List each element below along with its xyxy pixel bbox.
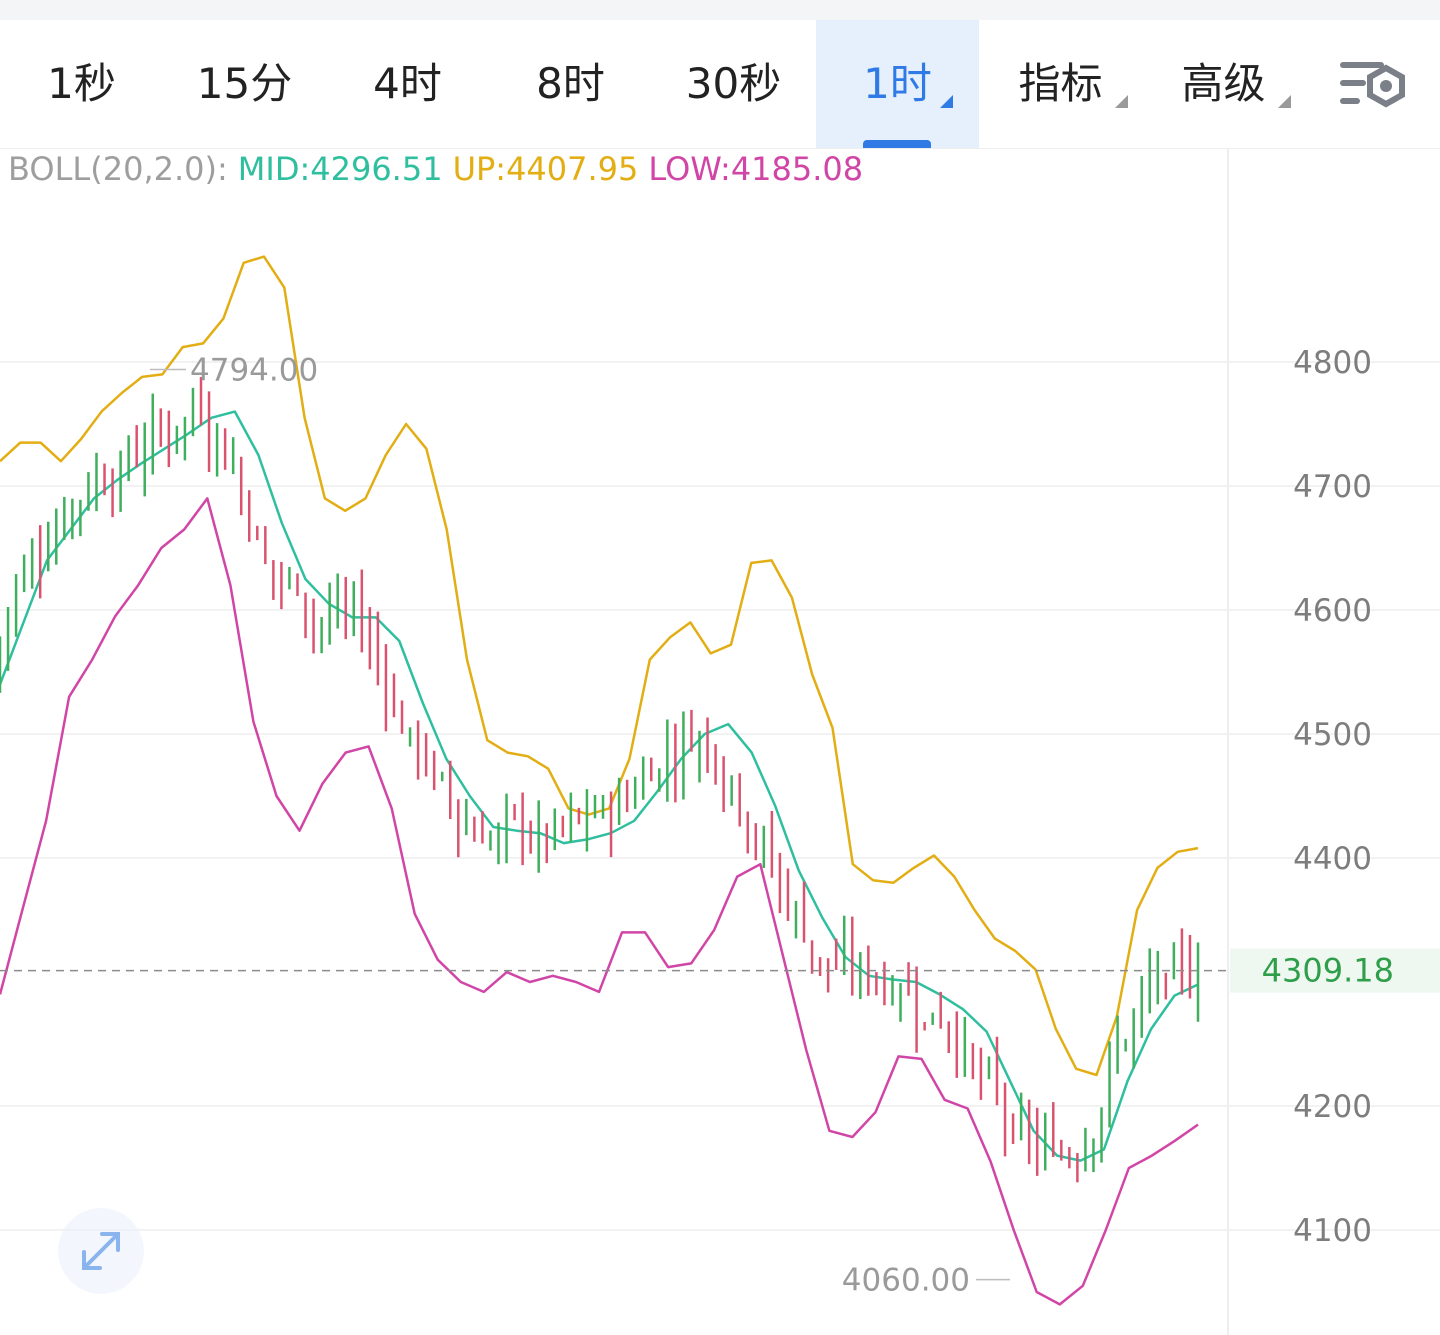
dropdown-triangle-icon — [940, 95, 953, 108]
y-tick-label: 4400 — [1293, 841, 1372, 877]
expand-icon[interactable] — [58, 1208, 144, 1294]
tab-8h[interactable]: 8时 — [489, 20, 652, 148]
dropdown-triangle-icon — [1278, 95, 1291, 108]
y-tick-label: 4700 — [1293, 469, 1372, 505]
tab-label: 30秒 — [685, 59, 782, 108]
tab-label: 1秒 — [47, 59, 116, 108]
y-tick-label: 4100 — [1293, 1213, 1372, 1249]
tab-advanced[interactable]: 高级 — [1142, 20, 1305, 148]
tab-label: 高级 — [1181, 59, 1266, 108]
candlestick-chart[interactable]: 4800 4700 4600 4500 4400 4200 4100 4794.00 4060.… — [0, 148, 1440, 1335]
y-tick-label: 4800 — [1293, 345, 1372, 381]
tab-30s[interactable]: 30秒 — [652, 20, 815, 148]
low-marker-label: 4060.00 — [842, 1263, 970, 1299]
tab-label: 8时 — [536, 59, 605, 108]
y-tick-label: 4600 — [1293, 593, 1372, 629]
boll-upper-line — [0, 255, 1199, 1077]
timeframe-tabs: 1秒 15分 4时 8时 30秒 1时 指标 高级 — [0, 20, 1440, 149]
tab-4h[interactable]: 4时 — [326, 20, 489, 148]
active-tab-indicator — [863, 140, 931, 148]
chart-settings-icon[interactable] — [1336, 56, 1408, 116]
tab-1h[interactable]: 1时 — [816, 20, 979, 148]
current-price-label: 4309.18 — [1262, 952, 1394, 990]
tab-indicators[interactable]: 指标 — [979, 20, 1142, 148]
tab-1s[interactable]: 1秒 — [0, 20, 163, 148]
status-strip — [0, 0, 1440, 20]
boll-lower-line — [0, 497, 1199, 1306]
tab-label: 1时 — [863, 59, 932, 108]
tab-label: 15分 — [196, 59, 293, 108]
y-tick-label: 4500 — [1293, 717, 1372, 753]
high-marker-label: 4794.00 — [190, 352, 318, 388]
dropdown-triangle-icon — [1115, 95, 1128, 108]
tab-15m[interactable]: 15分 — [163, 20, 326, 148]
boll-mid-line — [0, 410, 1199, 1162]
tab-label: 4时 — [373, 59, 442, 108]
y-tick-label: 4200 — [1293, 1089, 1372, 1125]
tab-label: 指标 — [1018, 59, 1103, 108]
